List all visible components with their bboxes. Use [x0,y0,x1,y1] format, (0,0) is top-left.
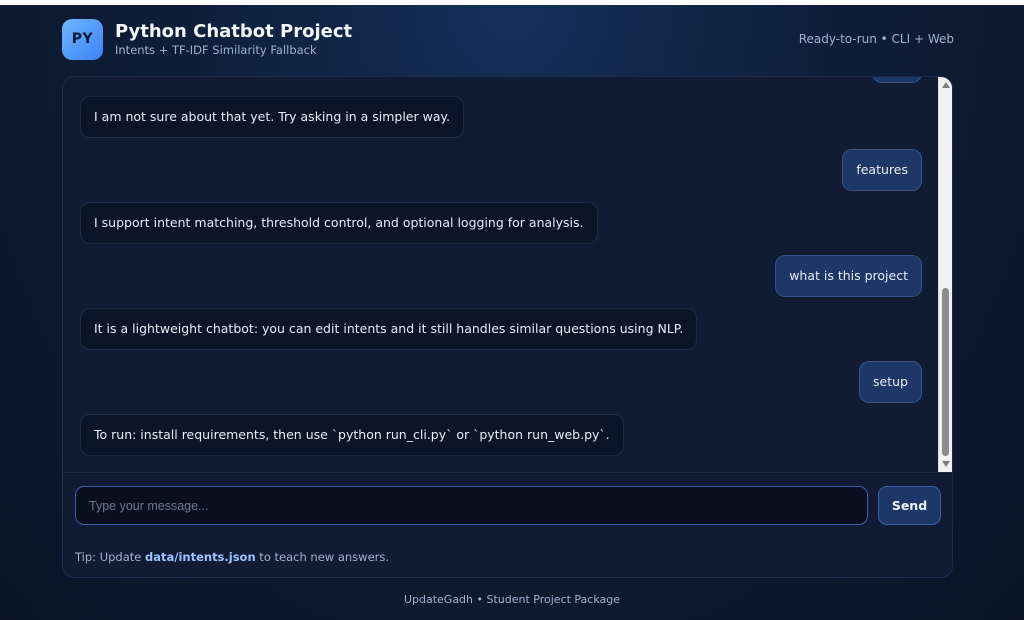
title-group: Python Chatbot Project Intents + TF-IDF … [115,21,352,57]
tip-suffix: to teach new answers. [255,550,390,564]
scroll-up-arrow-icon[interactable] [942,82,950,88]
message-input[interactable] [75,486,868,525]
tip-text: Tip: Update data/intents.json to teach n… [75,550,389,564]
app-subtitle: Intents + TF-IDF Similarity Fallback [115,43,317,57]
app-title: Python Chatbot Project [115,21,353,42]
tip-prefix: Tip: Update [75,550,145,564]
message-user: features [842,149,922,191]
footer: UpdateGadh • Student Project Package [403,593,621,606]
app-header: PY Python Chatbot Project Intents + TF-I… [62,18,954,60]
message-user: what is this project [775,255,922,297]
send-button[interactable]: Send [878,486,941,525]
message-bot: I am not sure about that yet. Try asking… [80,96,465,138]
python-badge-icon: PY [62,18,103,60]
scroll-thumb[interactable] [942,288,949,456]
message-bot: I support intent matching, threshold con… [80,202,598,244]
tip-file: data/intents.json [145,550,256,564]
message-user: setup [859,361,922,403]
chat-card: I am not sure about that yet. Try asking… [62,76,953,578]
brand: PY Python Chatbot Project Intents + TF-I… [62,18,352,60]
scroll-down-arrow-icon[interactable] [942,461,950,467]
message-bot: It is a lightweight chatbot: you can edi… [80,308,698,350]
message-bot: To run: install requirements, then use `… [80,414,624,456]
top-strip [0,0,1024,5]
status-text: Ready-to-run • CLI + Web [798,32,954,46]
composer: Send Tip: Update data/intents.json to te… [63,472,952,577]
message-user-partial [872,77,922,83]
message-scrollbar[interactable] [938,77,952,472]
message-list[interactable]: I am not sure about that yet. Try asking… [63,77,939,472]
